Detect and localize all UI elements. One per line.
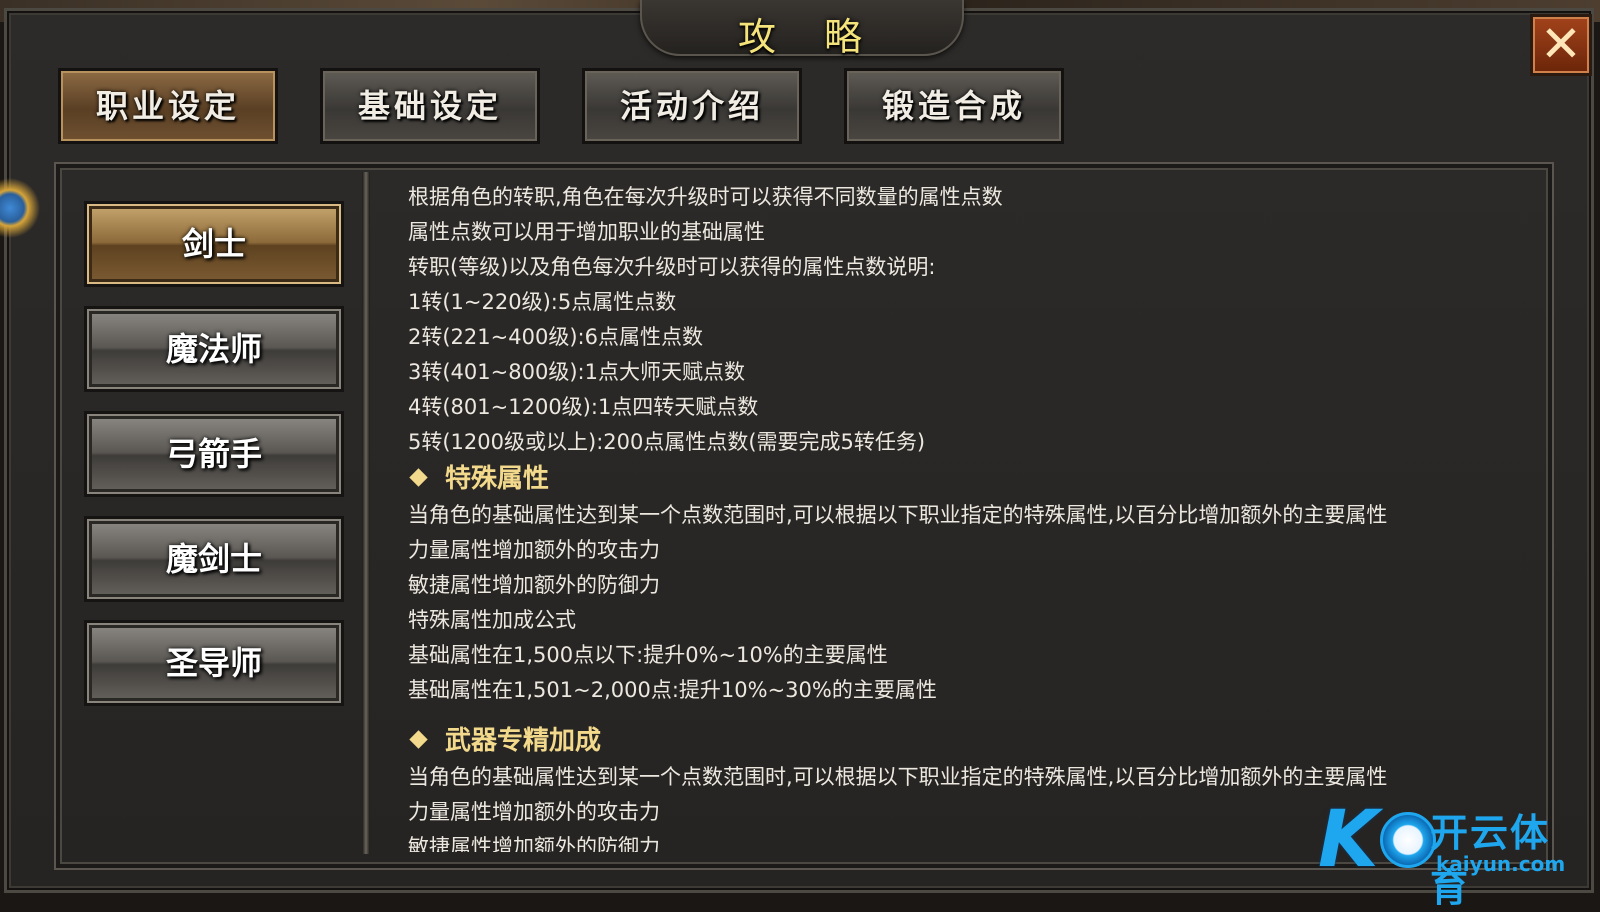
text-line: 基础属性在1,501~2,000点:提升10%~30%的主要属性: [408, 678, 937, 702]
tab-forge-synthesis[interactable]: 锻造合成: [844, 68, 1064, 144]
text-line: 敏捷属性增加额外的防御力: [408, 573, 660, 597]
section-heading: 武器专精加成: [408, 722, 1548, 760]
text-line: 4转(801~1200级):1点四转天赋点数: [408, 395, 759, 419]
text-line: 转职(等级)以及角色每次升级时可以获得的属性点数说明:: [408, 255, 936, 279]
side-menu-edge-icon: [0, 168, 42, 248]
text-line: 当角色的基础属性达到某一个点数范围时,可以根据以下职业指定的特殊属性,以百分比增…: [408, 765, 1388, 789]
text-line: 特殊属性加成公式: [408, 608, 576, 632]
watermark-url: kaiyun.com: [1436, 852, 1566, 876]
text-line: 根据角色的转职,角色在每次升级时可以获得不同数量的属性点数: [408, 185, 1003, 209]
diamond-bullet-icon: [409, 468, 428, 487]
class-button-archer[interactable]: 弓箭手: [84, 411, 344, 497]
text-line: 基础属性在1,500点以下:提升0%~10%的主要属性: [408, 643, 888, 667]
class-button-magic-swordsman[interactable]: 魔剑士: [84, 516, 344, 602]
guide-text-scroll[interactable]: 根据角色的转职,角色在每次升级时可以获得不同数量的属性点数 属性点数可以用于增加…: [408, 180, 1548, 852]
class-button-saint-mentor[interactable]: 圣导师: [84, 620, 344, 706]
close-x-icon[interactable]: ✕: [1530, 14, 1592, 76]
section-heading: 特殊属性: [408, 460, 1548, 498]
class-button-mage[interactable]: 魔法师: [84, 306, 344, 392]
tab-class-settings[interactable]: 职业设定: [58, 68, 278, 144]
text-line: 当角色的基础属性达到某一个点数范围时,可以根据以下职业指定的特殊属性,以百分比增…: [408, 503, 1388, 527]
text-line: 属性点数可以用于增加职业的基础属性: [408, 220, 765, 244]
tab-basic-settings[interactable]: 基础设定: [320, 68, 540, 144]
text-line: 1转(1~220级):5点属性点数: [408, 290, 677, 314]
text-line: 3转(401~800级):1点大师天赋点数: [408, 360, 745, 384]
tab-event-intro[interactable]: 活动介绍: [582, 68, 802, 144]
text-line: 力量属性增加额外的攻击力: [408, 538, 660, 562]
diamond-bullet-icon: [409, 730, 428, 749]
text-line: 2转(221~400级):6点属性点数: [408, 325, 703, 349]
text-line: 5转(1200级或以上):200点属性点数(需要完成5转任务): [408, 430, 926, 454]
panel-divider: [362, 172, 370, 854]
section-heading-label: 特殊属性: [445, 464, 550, 494]
section-heading-label: 武器专精加成: [445, 726, 602, 756]
window-title: 攻略: [737, 15, 910, 59]
watermark-logo: K 开云体育 kaiyun.com: [1318, 795, 1588, 910]
soccer-ball-icon: [1380, 812, 1436, 868]
logo-k-icon: K: [1318, 795, 1379, 885]
class-button-swordsman[interactable]: 剑士: [84, 201, 344, 287]
